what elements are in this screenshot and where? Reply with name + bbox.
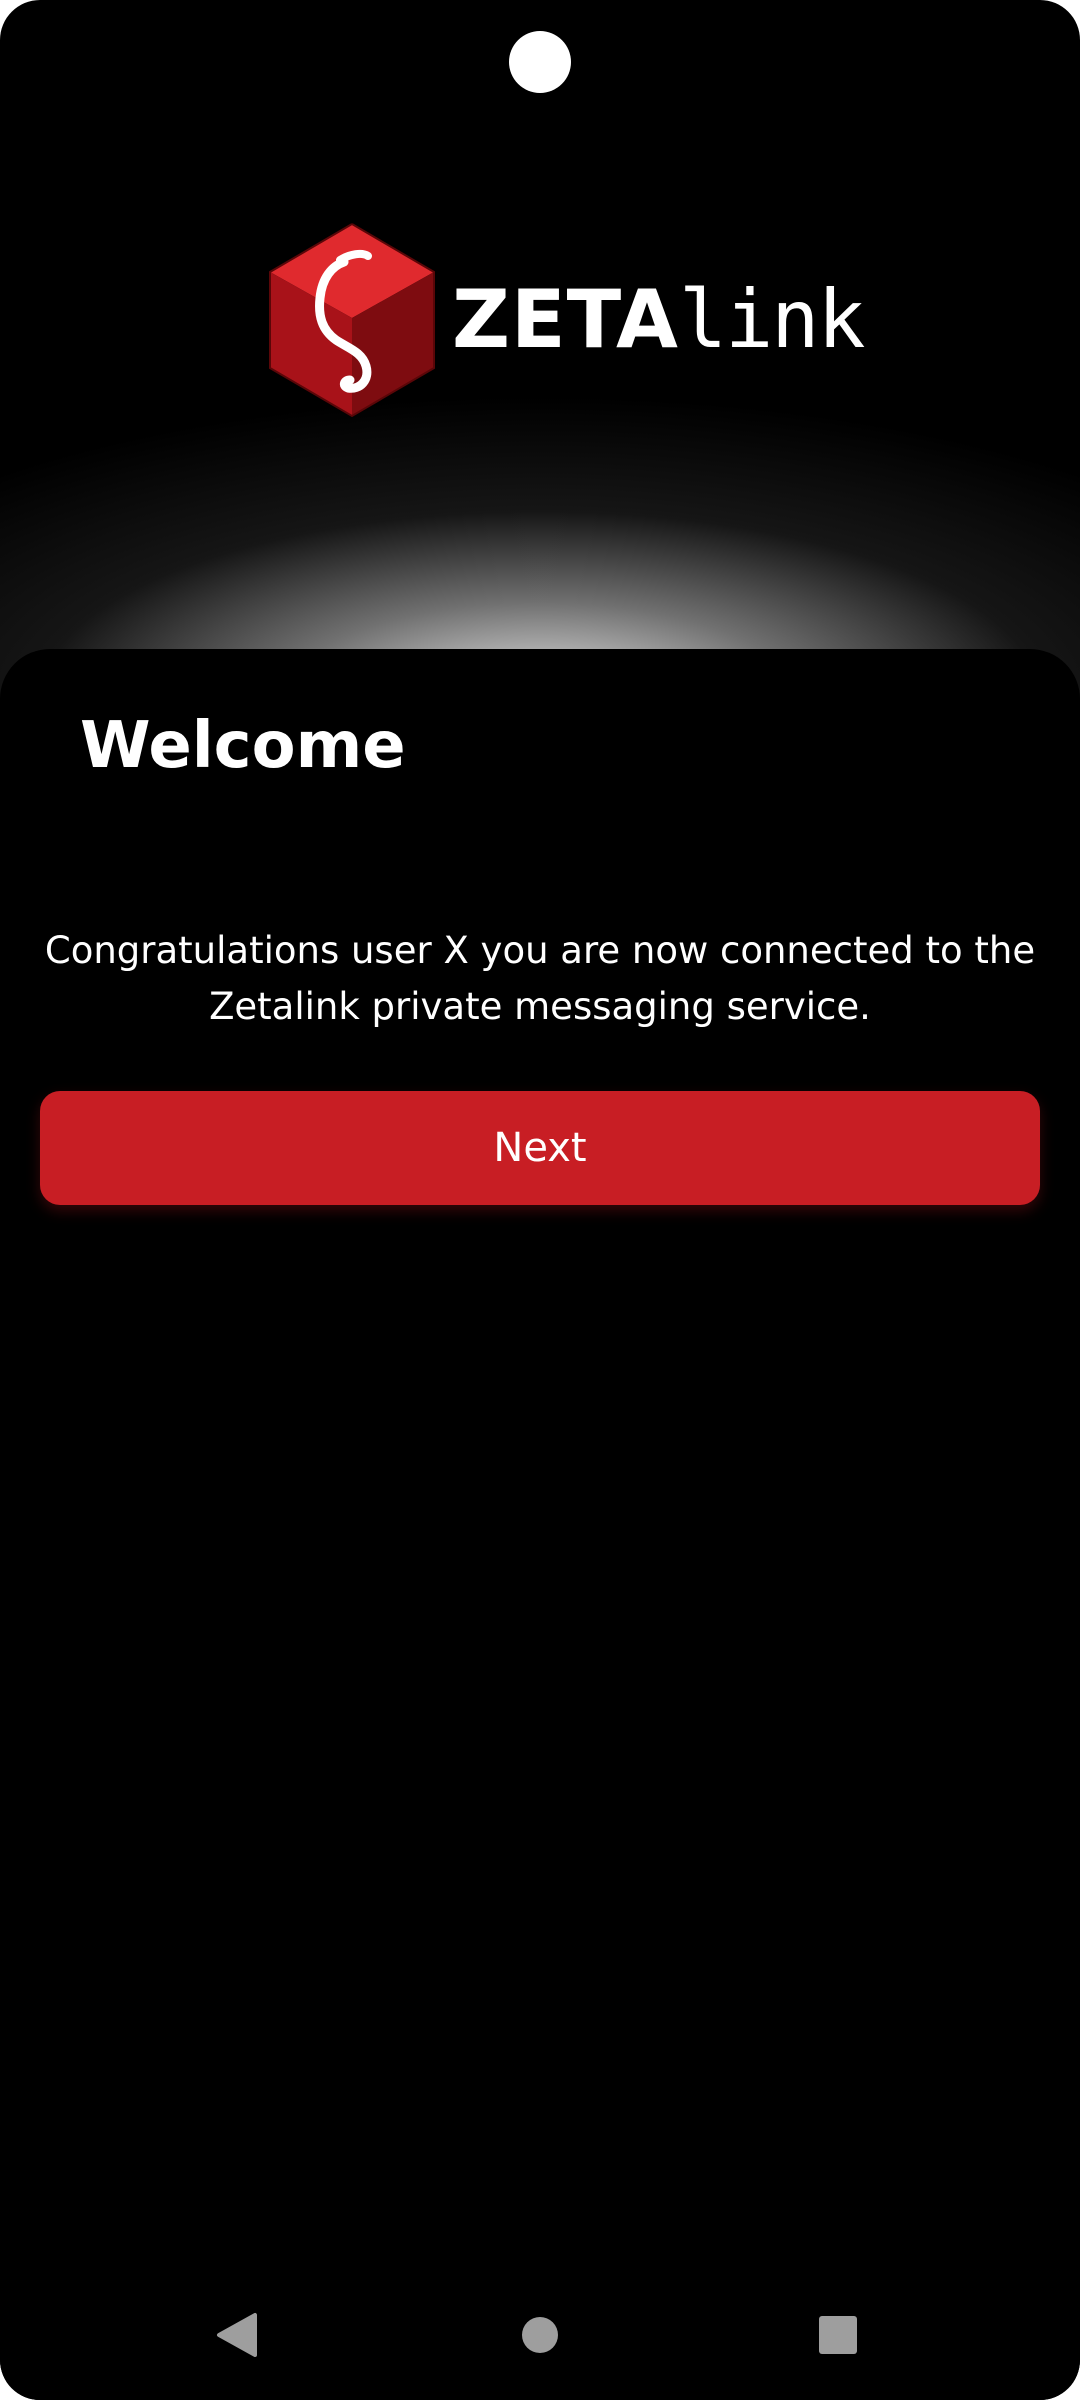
back-triangle-icon bbox=[217, 2313, 257, 2357]
logo-wordmark-bold: ZETA bbox=[452, 273, 679, 366]
logo-wordmark: ZETA link bbox=[452, 273, 866, 366]
welcome-message: Congratulations user X you are now conne… bbox=[44, 929, 1036, 1028]
recents-square-icon bbox=[819, 2316, 857, 2354]
screen: ZETA link Welcome Congratulations user X … bbox=[0, 0, 1080, 2400]
home-circle-icon bbox=[522, 2317, 558, 2353]
logo-wordmark-light: link bbox=[678, 273, 866, 366]
app-logo: ZETA link bbox=[262, 218, 866, 422]
front-camera-cutout bbox=[509, 31, 571, 93]
zeta-cube-logo-icon bbox=[269, 223, 435, 418]
system-navigation-bar bbox=[0, 2280, 1080, 2390]
page-title: Welcome bbox=[80, 709, 406, 783]
recents-button[interactable] bbox=[783, 2280, 893, 2390]
next-button[interactable]: Next bbox=[40, 1091, 1040, 1205]
home-button[interactable] bbox=[485, 2280, 595, 2390]
back-button[interactable] bbox=[182, 2280, 292, 2390]
welcome-card bbox=[0, 649, 1080, 2400]
